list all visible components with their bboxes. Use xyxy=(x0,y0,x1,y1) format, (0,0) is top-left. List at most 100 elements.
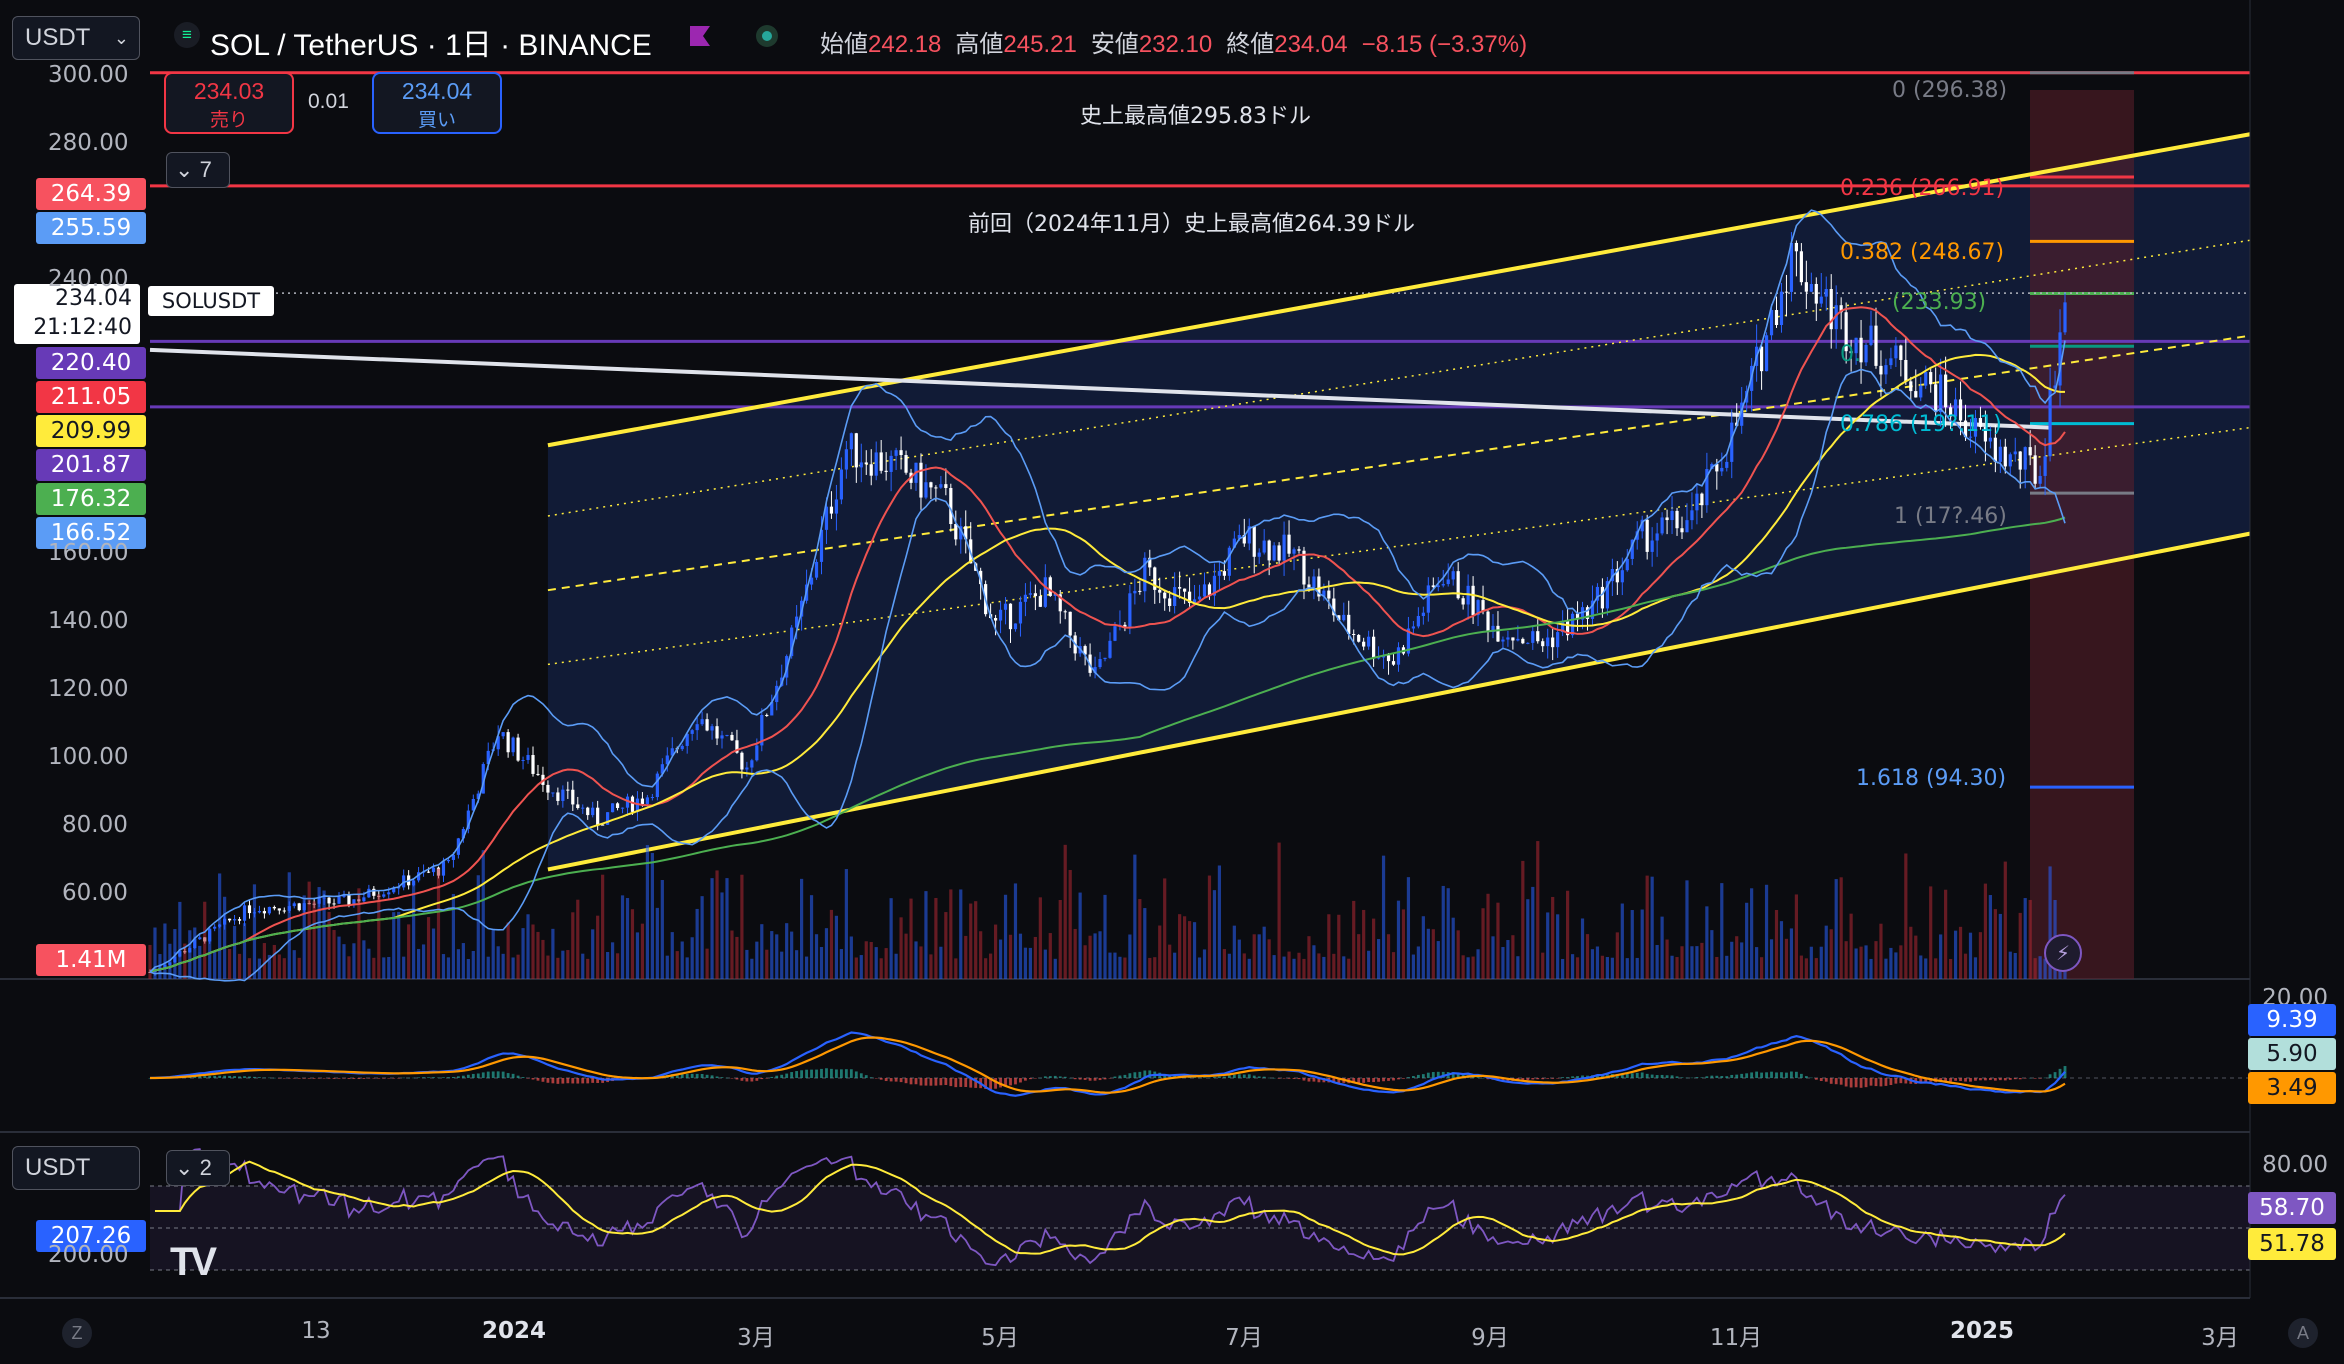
volume-bar xyxy=(1939,934,1943,979)
volume-bar xyxy=(237,953,242,979)
candle-body xyxy=(705,719,709,731)
macd-hist-bar xyxy=(800,1070,803,1078)
volume-bar xyxy=(780,951,784,979)
macd-hist-bar xyxy=(1790,1071,1793,1078)
candle-body xyxy=(2023,447,2027,470)
volume-bar xyxy=(1501,947,1505,979)
volume-bar xyxy=(2018,912,2022,979)
macd-hist-bar xyxy=(228,1075,231,1078)
volume-bar xyxy=(998,939,1003,979)
volume-bar xyxy=(1759,957,1764,979)
buy-button[interactable]: 234.04 買い xyxy=(372,72,502,134)
macd-hist-bar xyxy=(267,1077,271,1079)
candle-body xyxy=(1501,639,1505,642)
volume-bar xyxy=(834,915,839,979)
candle-body xyxy=(1262,540,1266,553)
rsi-toggle[interactable]: ⌄ 2 xyxy=(166,1150,230,1186)
candle-body xyxy=(1327,590,1331,599)
macd-hist-bar xyxy=(1864,1078,1868,1088)
y-tick-120: 120.00 xyxy=(48,676,129,702)
indicators-toggle[interactable]: ⌄ 7 xyxy=(166,152,230,188)
rsi-currency-select[interactable]: USDT xyxy=(12,1146,140,1190)
volume-bar xyxy=(1541,952,1545,979)
macd-hist-bar xyxy=(1829,1078,1833,1084)
macd-hist-bar xyxy=(476,1073,480,1078)
volume-bar xyxy=(1078,892,1082,979)
candle-body xyxy=(949,488,953,525)
volume-bar xyxy=(1103,894,1107,979)
candle-body xyxy=(1914,391,1918,398)
volume-bar xyxy=(402,956,406,979)
macd-hist-bar xyxy=(1128,1073,1132,1078)
macd-hist-bar xyxy=(327,1078,331,1079)
macd-hist-bar xyxy=(770,1076,774,1078)
candle-body xyxy=(1511,637,1515,641)
candle-body xyxy=(262,911,267,914)
sell-button[interactable]: 234.03 売り xyxy=(164,72,294,134)
candle-body xyxy=(1998,446,2002,462)
zoom-right-button[interactable]: A xyxy=(2288,1318,2318,1348)
currency-select-value: USDT xyxy=(25,24,91,51)
volume-bar xyxy=(1023,947,1028,979)
macd-hist-bar xyxy=(1193,1077,1196,1078)
volume-tag: 1.41M xyxy=(36,944,146,976)
volume-bar xyxy=(874,947,878,979)
macd-hist-bar xyxy=(859,1073,863,1078)
macd-hist-bar xyxy=(417,1077,420,1078)
candle-body xyxy=(1526,642,1530,644)
volume-bar xyxy=(431,928,436,979)
volume-bar xyxy=(1705,906,1709,979)
candle-body xyxy=(939,484,943,488)
candle-body xyxy=(1108,640,1112,658)
chart-canvas[interactable] xyxy=(0,0,2344,1364)
macd-hist-bar xyxy=(725,1077,729,1079)
alert-icon[interactable]: ⚡ xyxy=(2044,934,2082,972)
volume-bar xyxy=(317,887,321,979)
macd-hist-bar xyxy=(1775,1072,1778,1078)
macd-hist-bar xyxy=(357,1078,361,1079)
candle-body xyxy=(680,745,684,750)
volume-bar xyxy=(1794,894,1799,979)
macd-hist-bar xyxy=(1133,1072,1137,1078)
volume-bar xyxy=(939,946,943,979)
candle-body xyxy=(441,861,446,876)
macd-hist-bar xyxy=(720,1077,724,1078)
candle-body xyxy=(954,524,958,540)
candle-body xyxy=(1396,647,1401,665)
zoom-left-button[interactable]: Z xyxy=(62,1318,92,1348)
candle-body xyxy=(1008,603,1013,630)
macd-hist-bar xyxy=(1277,1078,1281,1079)
macd-hist-bar xyxy=(1894,1078,1898,1084)
symbol-title[interactable]: SOL / TetherUS · 1日 · BINANCE xyxy=(210,20,652,64)
volume-bar xyxy=(1202,949,1207,979)
macd-hist-bar xyxy=(1402,1078,1405,1079)
candle-body xyxy=(1894,345,1898,359)
volume-bar xyxy=(1252,934,1256,979)
volume-bar xyxy=(1093,933,1097,979)
macd-hist-bar xyxy=(760,1078,764,1080)
currency-select[interactable]: USDT ⌄ xyxy=(12,16,140,60)
volume-bar xyxy=(1645,875,1649,979)
volume-bar xyxy=(1043,949,1047,979)
volume-bar xyxy=(1297,952,1301,979)
volume-bar xyxy=(1998,913,2002,979)
macd-hist-bar xyxy=(2018,1078,2022,1080)
volume-bar xyxy=(984,958,988,979)
candle-body xyxy=(844,449,848,470)
volume-bar xyxy=(1451,917,1455,979)
macd-hist-bar xyxy=(1262,1076,1266,1078)
volume-bar xyxy=(1546,912,1550,979)
volume-bar xyxy=(1620,903,1624,979)
volume-bar xyxy=(1730,941,1734,979)
volume-bar xyxy=(710,878,714,979)
price-tag-201: 201.87 xyxy=(36,449,146,481)
macd-hist-bar xyxy=(452,1076,455,1078)
volume-bar xyxy=(1993,909,1997,979)
candle-body xyxy=(1178,587,1182,589)
candle-body xyxy=(1939,374,1943,413)
volume-bar xyxy=(332,930,336,979)
candle-body xyxy=(1556,632,1560,648)
volume-bar xyxy=(1123,957,1127,979)
macd-hist-bar xyxy=(1297,1078,1301,1080)
candle-body xyxy=(546,784,550,793)
